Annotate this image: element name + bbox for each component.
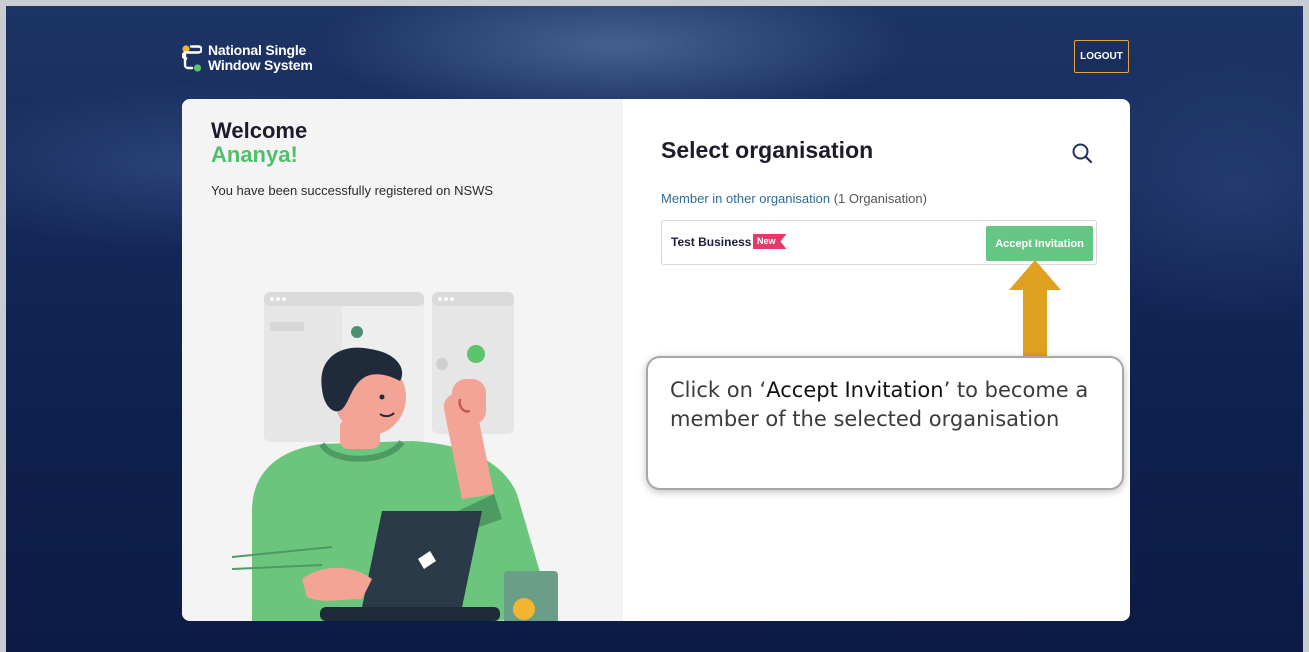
instruction-callout: Click on ‘Accept Invitation’ to become a… [646,356,1124,490]
callout-highlight: Accept Invitation [766,378,944,402]
new-badge: New [753,234,787,249]
organisation-count: (1 Organisation) [833,191,927,206]
organisation-name: Test Business [671,235,752,249]
pointer-arrow [1009,260,1061,360]
nsws-logo[interactable]: National Single Window System [182,43,313,73]
member-organisation-label: Member in other organisation (1 Organisa… [661,191,927,206]
nsws-logo-icon [182,45,202,72]
logout-button[interactable]: LOGOUT [1074,40,1129,73]
organisation-list-item[interactable]: Test Business New Accept Invitation [661,220,1097,265]
person-with-laptop-illustration [231,292,558,621]
welcome-panel: Welcome Ananya! You have been successful… [182,99,623,621]
welcome-heading: Welcome [211,118,308,143]
search-icon[interactable] [1070,141,1094,165]
logo-line-2: Window System [208,57,313,73]
accept-invitation-button[interactable]: Accept Invitation [986,226,1093,261]
app-background: National Single Window System LOGOUT Wel… [6,6,1303,652]
callout-prefix: Click on ‘ [670,378,767,402]
user-name: Ananya! [211,142,298,167]
select-organisation-title: Select organisation [661,137,874,163]
logo-line-1: National Single [208,42,307,58]
registration-message: You have been successfully registered on… [211,183,494,198]
logo-text: National Single Window System [208,43,313,73]
member-label-text: Member in other organisation [661,191,831,206]
